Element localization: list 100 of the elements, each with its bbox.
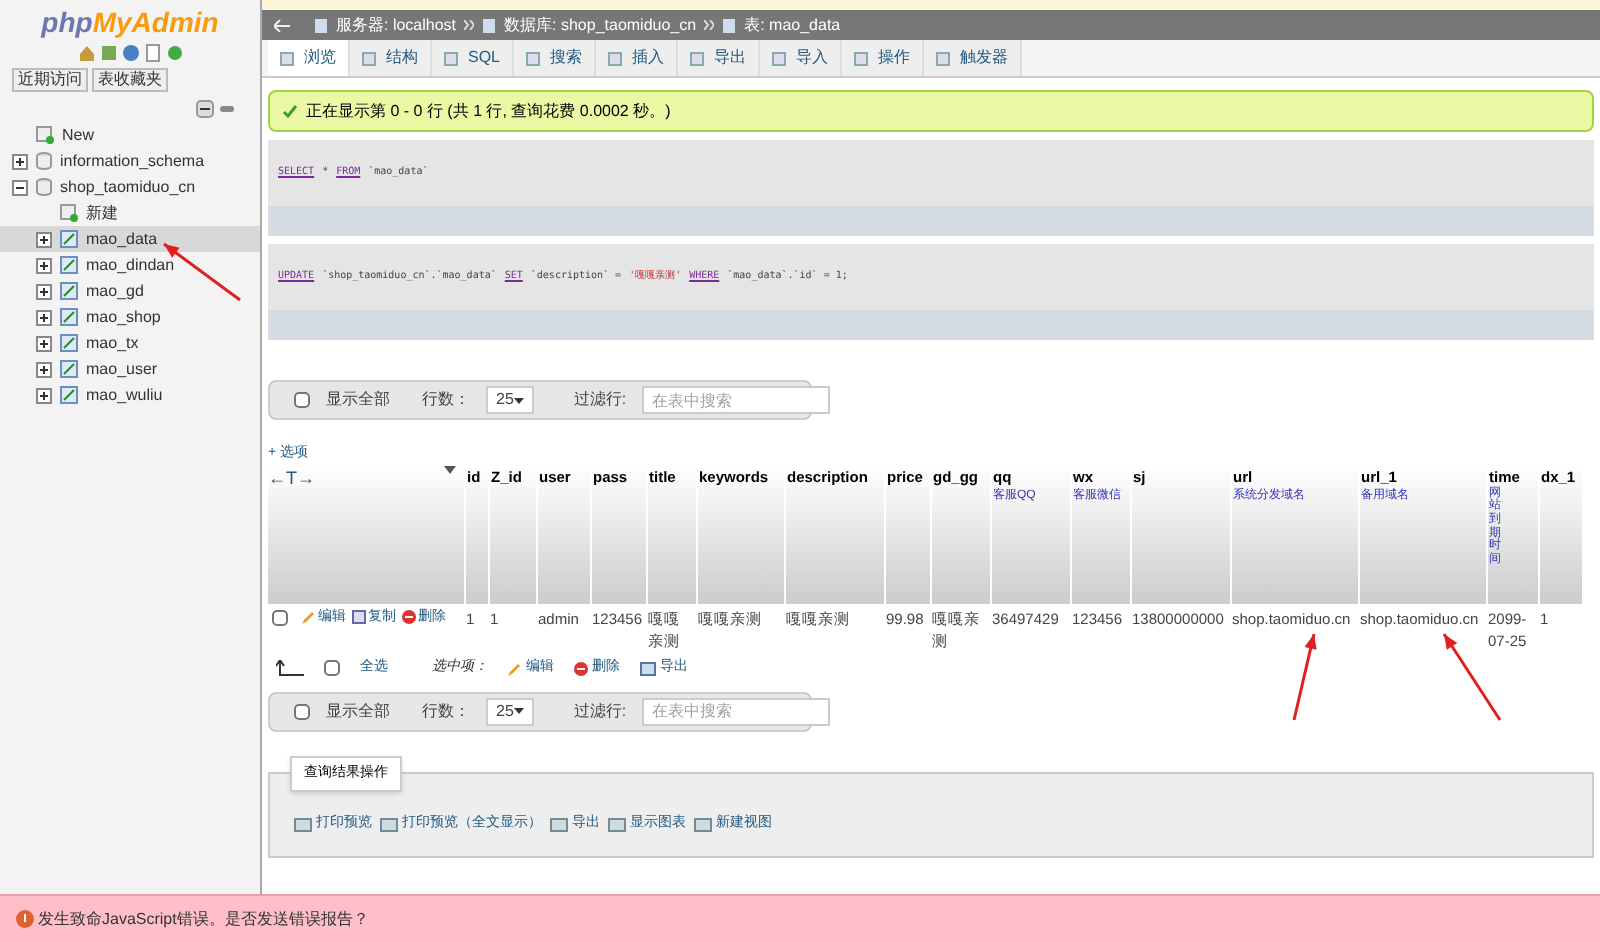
tree-label[interactable]: mao_wuliu — [86, 383, 163, 407]
view-icon — [694, 816, 712, 833]
tree-label[interactable]: mao_user — [86, 357, 158, 381]
tree-item[interactable]: mao_shop — [0, 304, 260, 330]
database-icon — [36, 152, 52, 170]
tree-label[interactable]: mao_data — [86, 227, 158, 251]
tree-item[interactable]: information_schema — [0, 148, 260, 174]
breadcrumb-link[interactable]: 表: mao_data — [744, 13, 841, 37]
expand-icon[interactable] — [36, 335, 52, 351]
arrow-up-icon — [276, 660, 304, 677]
table-icon — [60, 282, 78, 300]
tab[interactable]: SQL — [432, 40, 515, 76]
tree-item[interactable]: mao_tx — [0, 330, 260, 356]
database-icon — [36, 178, 52, 196]
sidebar-button[interactable]: 近期访问 — [12, 68, 88, 92]
filter-field[interactable]: 在表中搜索 — [642, 386, 831, 414]
new-icon — [60, 204, 78, 222]
collapse-all-icon[interactable] — [196, 100, 214, 118]
tab[interactable]: 搜索 — [514, 40, 597, 76]
show-all-label: 显示全部 — [326, 388, 390, 412]
filter-label: 过滤行: — [573, 699, 627, 723]
pencil-icon — [302, 610, 316, 625]
rows-label: 行数： — [422, 388, 470, 412]
expand-icon[interactable] — [36, 283, 52, 299]
tree-label[interactable]: mao_gd — [86, 279, 144, 303]
caret-icon — [513, 708, 524, 714]
tree-item[interactable]: mao_wuliu — [0, 382, 260, 408]
tree-item[interactable]: New — [0, 122, 260, 148]
separator-icon — [704, 20, 715, 30]
filter-field[interactable]: 在表中搜索 — [642, 697, 831, 725]
expand-icon[interactable] — [36, 387, 52, 403]
expand-icon[interactable] — [36, 361, 52, 377]
tree-label[interactable]: information_schema — [60, 149, 205, 173]
rows-select[interactable]: 25 — [486, 386, 534, 414]
tree-item[interactable]: mao_dindan — [0, 252, 260, 278]
tab[interactable]: 导出 — [678, 40, 761, 76]
tree-label[interactable]: New — [62, 123, 95, 147]
tree-label[interactable]: shop_taomiduo_cn — [60, 175, 196, 199]
tree-item[interactable]: mao_user — [0, 356, 260, 382]
tree-item[interactable]: mao_data — [0, 226, 260, 252]
copy-icon — [352, 610, 366, 625]
breadcrumb-link[interactable]: 数据库: shop_taomiduo_cn — [504, 13, 697, 37]
separator-icon — [464, 20, 475, 30]
tab[interactable]: 插入 — [596, 40, 679, 76]
annotation-arrow — [1292, 633, 1317, 721]
tree-item[interactable]: mao_gd — [0, 278, 260, 304]
expand-icon[interactable] — [36, 231, 52, 247]
printer-icon — [380, 816, 398, 833]
settings-icon[interactable] — [165, 44, 183, 62]
expand-icon[interactable] — [36, 257, 52, 273]
error-message[interactable]: 发生致命JavaScript错误。是否发送错误报告？ — [38, 907, 369, 931]
back-arrow-icon[interactable] — [274, 19, 290, 31]
tree-item[interactable]: 新建 — [0, 200, 260, 226]
page-icon — [482, 17, 497, 33]
rows-label: 行数： — [422, 699, 470, 723]
rows-select[interactable]: 25 — [486, 697, 534, 725]
pencil-icon — [508, 661, 522, 676]
show-all-label: 显示全部 — [326, 699, 390, 723]
export-icon — [550, 816, 568, 833]
filter-label: 过滤行: — [573, 388, 627, 412]
new-icon — [36, 126, 54, 144]
tree-label[interactable]: mao_tx — [86, 331, 139, 355]
logo: phpMyAdmin — [38, 6, 221, 38]
tab[interactable]: 操作 — [842, 40, 925, 76]
expand-icon[interactable] — [36, 309, 52, 325]
show-all-checkbox[interactable] — [294, 703, 310, 719]
table-icon — [60, 256, 78, 274]
tree-label[interactable]: mao_shop — [86, 305, 161, 329]
tab[interactable]: 浏览 — [268, 40, 350, 76]
sidebar-button[interactable]: 表收藏夹 — [92, 68, 168, 92]
table-icon — [60, 230, 78, 248]
success-message: 正在显示第 0 - 0 行 (共 1 行, 查询花费 0.0002 秒。) — [268, 90, 1594, 132]
table-icon — [60, 334, 78, 352]
delete-icon — [402, 610, 416, 625]
tab[interactable]: 触发器 — [924, 40, 1023, 76]
export-icon — [640, 661, 656, 676]
page-icon — [722, 17, 737, 33]
caret-icon — [513, 397, 524, 403]
collapse-icon[interactable] — [12, 179, 28, 195]
tab[interactable]: 导入 — [760, 40, 843, 76]
checkmark-icon — [282, 104, 298, 118]
show-all-checkbox[interactable] — [294, 392, 310, 408]
tree-item[interactable]: shop_taomiduo_cn — [0, 174, 260, 200]
row-checkbox[interactable] — [272, 609, 288, 626]
help-icon[interactable] — [121, 44, 139, 62]
breadcrumb-link[interactable]: 服务器: localhost — [336, 13, 457, 37]
table-icon — [60, 360, 78, 378]
tree-label[interactable]: 新建 — [86, 201, 118, 225]
warning-icon — [16, 910, 34, 928]
table-icon — [60, 386, 78, 404]
tab[interactable]: 结构 — [350, 40, 432, 76]
select-all-checkbox[interactable] — [324, 660, 340, 677]
table-icon — [60, 308, 78, 326]
printer-icon — [294, 816, 312, 833]
document-icon[interactable] — [143, 44, 161, 62]
delete-icon — [574, 661, 588, 676]
tree-label[interactable]: mao_dindan — [86, 253, 175, 277]
bar-chart-icon — [608, 816, 626, 833]
expand-icon[interactable] — [12, 153, 28, 169]
page-icon — [314, 17, 328, 33]
